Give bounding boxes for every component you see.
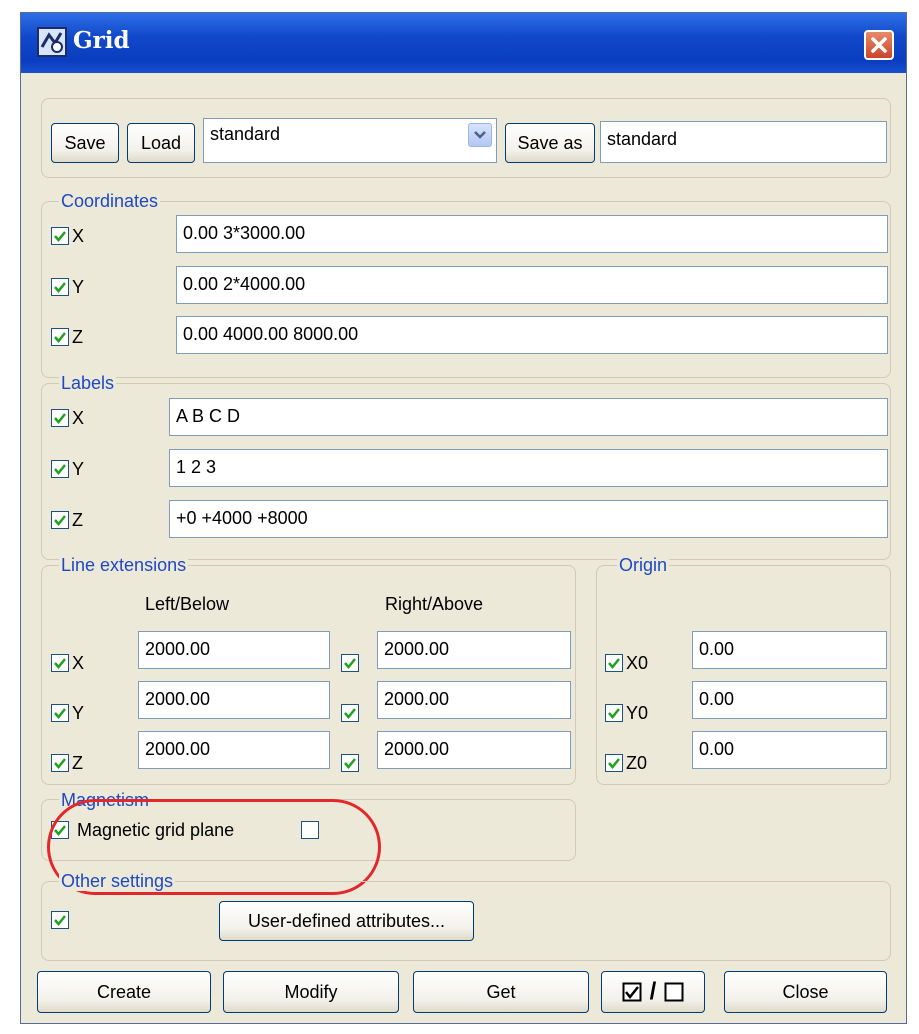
labels-y-input[interactable]: 1 2 3 [169,449,888,487]
check-mark-icon [54,915,66,926]
other-settings-checkbox[interactable] [51,911,69,929]
check-mark-icon [54,515,66,526]
labels-y-checkbox[interactable] [51,460,69,478]
check-mark-icon [54,231,66,242]
line-ext-y-right-checkbox[interactable] [341,704,359,722]
origin-x0-checkbox[interactable] [605,654,623,672]
line-ext-y-left-input[interactable]: 2000.00 [138,681,330,719]
coordinates-y-label: Y [72,277,85,297]
line-ext-x-label: X [72,653,85,673]
labels-z-input[interactable]: +0 +4000 +8000 [169,500,888,538]
create-button[interactable]: Create [37,971,211,1013]
check-mark-icon [344,758,356,769]
unchecked-box-icon [664,982,684,1002]
app-grid-icon [37,27,67,57]
close-window-button[interactable] [864,30,894,60]
check-mark-icon [344,658,356,669]
checked-box-icon [622,982,642,1002]
line-ext-x-left-input[interactable]: 2000.00 [138,631,330,669]
labels-x-checkbox[interactable] [51,409,69,427]
coordinates-title: Coordinates [59,191,161,211]
line-ext-x-checkbox[interactable] [51,654,69,672]
check-mark-icon [344,708,356,719]
origin-x0-label: X0 [626,653,649,673]
grid-dialog: Grid Save Load standard Save as standard… [20,12,907,1024]
save-as-name-input[interactable]: standard [600,121,887,163]
close-icon [871,37,887,53]
origin-z0-checkbox[interactable] [605,754,623,772]
window-title: Grid [73,27,130,54]
coordinates-z-input[interactable]: 0.00 4000.00 8000.00 [176,316,888,354]
chevron-down-icon[interactable] [468,123,492,147]
line-ext-z-checkbox[interactable] [51,754,69,772]
check-mark-icon [608,708,620,719]
origin-z0-label: Z0 [626,753,648,773]
user-defined-attributes-button[interactable]: User-defined attributes... [219,901,474,941]
labels-x-input[interactable]: A B C D [169,398,888,436]
preset-select[interactable]: standard [203,118,497,163]
origin-y0-input[interactable]: 0.00 [692,681,887,719]
coordinates-z-label: Z [72,327,83,347]
check-mark-icon [54,758,66,769]
right-above-header: Right/Above [385,594,484,614]
line-ext-z-right-checkbox[interactable] [341,754,359,772]
modify-button[interactable]: Modify [223,971,399,1013]
coordinates-y-input[interactable]: 0.00 2*4000.00 [176,266,888,304]
origin-x0-input[interactable]: 0.00 [692,631,887,669]
labels-z-checkbox[interactable] [51,511,69,529]
origin-y0-checkbox[interactable] [605,704,623,722]
left-below-header: Left/Below [145,594,230,614]
line-ext-y-label: Y [72,703,85,723]
labels-y-label: Y [72,459,85,479]
labels-x-label: X [72,408,85,428]
origin-y0-label: Y0 [626,703,649,723]
line-ext-x-right-checkbox[interactable] [341,654,359,672]
coordinates-y-checkbox[interactable] [51,278,69,296]
coordinates-x-checkbox[interactable] [51,227,69,245]
line-extensions-title: Line extensions [59,555,189,575]
line-ext-y-checkbox[interactable] [51,704,69,722]
load-button[interactable]: Load [127,123,195,163]
toggle-all-slash: / [649,978,657,1005]
line-ext-y-right-input[interactable]: 2000.00 [377,681,571,719]
line-ext-z-right-input[interactable]: 2000.00 [377,731,571,769]
labels-title: Labels [59,373,117,393]
check-mark-icon [608,758,620,769]
line-ext-z-left-input[interactable]: 2000.00 [138,731,330,769]
origin-z0-input[interactable]: 0.00 [692,731,887,769]
save-as-button[interactable]: Save as [505,123,595,163]
check-mark-icon [54,413,66,424]
toggle-all-checkboxes-button[interactable]: / [601,971,705,1013]
check-mark-icon [54,708,66,719]
coordinates-x-label: X [72,226,85,246]
check-mark-icon [54,464,66,475]
coordinates-z-checkbox[interactable] [51,328,69,346]
other-settings-title: Other settings [59,871,176,891]
get-button[interactable]: Get [413,971,589,1013]
origin-title: Origin [617,555,670,575]
title-bar[interactable]: Grid [21,13,906,73]
preset-select-value: standard [210,124,281,144]
check-mark-icon [54,332,66,343]
check-mark-icon [608,658,620,669]
close-button[interactable]: Close [724,971,887,1013]
line-ext-z-label: Z [72,753,83,773]
coordinates-x-input[interactable]: 0.00 3*3000.00 [176,215,888,253]
labels-z-label: Z [72,510,83,530]
check-mark-icon [54,658,66,669]
check-mark-icon [54,282,66,293]
save-button[interactable]: Save [51,123,119,163]
line-ext-x-right-input[interactable]: 2000.00 [377,631,571,669]
